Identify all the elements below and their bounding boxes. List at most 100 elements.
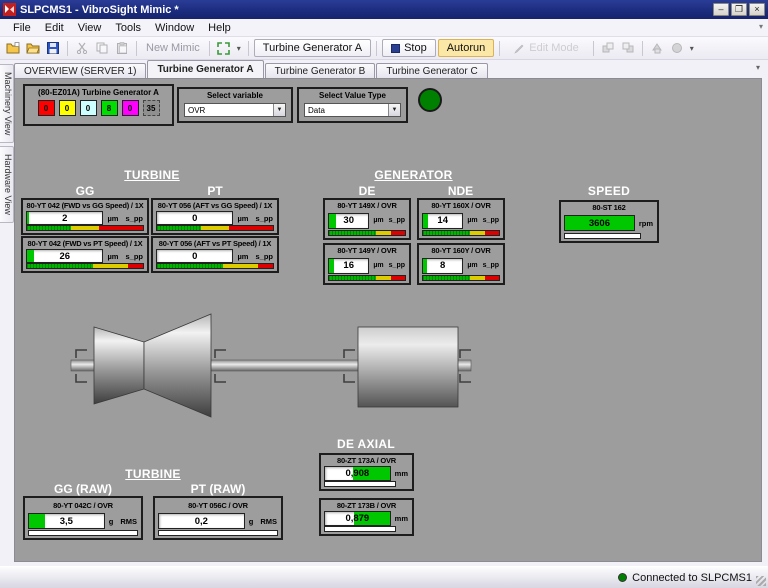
meter-value: 26 [27,250,102,262]
value-type-dropdown-arrow-icon[interactable]: ▼ [388,104,400,116]
meter-tag-label: 80-YT 160X / OVR [422,201,500,211]
alarm-count-box: 8 [101,100,118,116]
meter-unit-label: µm [237,214,248,223]
meter-value: 0,2 [159,514,244,528]
side-tab-machinery-view[interactable]: Machinery View [0,64,14,143]
cut-icon[interactable] [73,39,91,57]
meter-value: 16 [329,259,368,273]
variable-dropdown-arrow-icon[interactable]: ▼ [273,104,285,116]
paste-icon[interactable] [113,39,131,57]
meter-scale-strip [328,230,406,236]
ungroup-icon[interactable] [668,39,686,57]
meter-scale-strip [564,233,641,239]
side-tab-hardware-view[interactable]: Hardware View [0,146,14,223]
meter: 80-YT 056 (AFT vs GG Speed) / 1X0µms_pp [151,198,279,235]
fit-to-window-icon[interactable] [215,39,233,57]
menu-edit[interactable]: Edit [38,21,71,35]
connection-status-text: Connected to SLPCMS1 [632,572,752,584]
bring-forward-icon[interactable] [599,39,617,57]
new-file-icon[interactable] [4,39,22,57]
scale-segment [391,276,405,280]
meter-scale-strip [156,263,274,269]
meter-unit-label: s_pp [255,214,273,223]
save-icon[interactable] [44,39,62,57]
meter-value-box: 3,5 [28,513,105,529]
meter-unit-label: µm [467,217,477,224]
toolbar: New Mimic ▾ Turbine Generator A Stop Aut… [0,37,768,60]
meter-tag-label: 80-YT 056 (AFT vs GG Speed) / 1X [156,201,274,211]
scale-segment [27,264,93,268]
menu-window[interactable]: Window [148,21,201,35]
meter: 80-ZT 173A / OVR0,908mm [319,453,414,491]
raw-meter-list: 80-YT 042C / OVR3,5gRMS80-YT 056C / OVR0… [23,496,283,540]
restore-button[interactable]: ❐ [731,3,747,16]
fit-dropdown-icon[interactable]: ▾ [235,44,243,53]
mimic-selector-button[interactable]: Turbine Generator A [254,39,371,57]
group-icon[interactable] [648,39,666,57]
machine-graphic [57,305,487,423]
turbine-body-left [94,327,144,404]
meter-unit-label: RMS [120,517,137,526]
meter-unit-label: s_pp [255,252,273,261]
copy-icon[interactable] [93,39,111,57]
select-variable-panel: Select variable OVR ▼ [177,87,293,123]
meter-scale-strip [422,230,500,236]
app-window: SLPCMS1 - VibroSight Mimic * – ❐ × FileE… [0,0,768,588]
minimize-button[interactable]: – [713,3,729,16]
meter-scale-strip [26,225,144,231]
tab-overflow-icon[interactable]: ▾ [756,63,760,72]
generator-section-title: GENERATOR [323,168,504,182]
tab-overview-server-1-[interactable]: OVERVIEW (SERVER 1) [14,63,146,78]
meter: 80-YT 042 (FWD vs PT Speed) / 1X26µms_pp [21,236,149,273]
turbine-raw-section-title: TURBINE [23,467,283,481]
meter: 80-YT 056C / OVR0,2gRMS [153,496,283,540]
speed-section-title: SPEED [559,184,659,198]
meter-scale-strip [422,275,500,281]
stop-icon [391,44,400,53]
menu-tools[interactable]: Tools [108,21,148,35]
turbine-col-pt-label: PT [151,184,279,198]
status-indicator-light [418,88,442,112]
toolbar-overflow-icon[interactable]: ▾ [688,44,696,53]
value-type-dropdown[interactable]: Data ▼ [304,103,401,117]
resize-grip[interactable] [756,576,766,586]
meter-unit-label: s_pp [125,252,143,261]
alarm-summary-panel: (80-EZ01A) Turbine Generator A 0008035 [23,84,174,126]
send-backward-icon[interactable] [619,39,637,57]
meter: 80-YT 042C / OVR3,5gRMS [23,496,143,540]
autorun-toggle[interactable]: Autorun [438,39,495,57]
stop-button[interactable]: Stop [382,39,436,57]
de-axial-section-title: DE AXIAL [311,437,421,451]
scale-segment [99,226,143,230]
meter-value-box: 2 [26,211,103,225]
de-axial-meter-list: 80-ZT 173A / OVR0,908mm80-ZT 173B / OVR0… [319,453,414,536]
meter-value: 14 [423,214,462,228]
meter-unit-label: s_pp [389,262,405,269]
menubar-overflow-icon[interactable]: ▾ [759,22,763,31]
new-mimic-button[interactable]: New Mimic [142,42,204,54]
meter-unit-label: µm [107,214,118,223]
close-button[interactable]: × [749,3,765,16]
meter-value-box: 0 [156,249,233,263]
edit-mode-toggle[interactable]: Edit Mode [505,39,588,57]
meter: 80-YT 160X / OVR14µms_pp [417,198,505,240]
scale-segment [391,231,405,235]
menu-help[interactable]: Help [201,21,238,35]
tab-turbine-generator-b[interactable]: Turbine Generator B [265,63,376,78]
meter-unit-label: µm [373,262,383,269]
meter-value: 0,879 [325,512,390,525]
variable-dropdown[interactable]: OVR ▼ [184,103,286,117]
menu-file[interactable]: File [6,21,38,35]
meter-tag-label: 80-ZT 173A / OVR [324,456,409,466]
meter: 80-YT 149Y / OVR16µms_pp [323,243,411,285]
scale-segment [423,231,470,235]
open-folder-icon[interactable] [24,39,42,57]
scale-segment [157,226,201,230]
tab-turbine-generator-a[interactable]: Turbine Generator A [147,60,263,78]
meter-scale-strip [28,530,138,536]
tab-turbine-generator-c[interactable]: Turbine Generator C [376,63,487,78]
menu-view[interactable]: View [71,21,109,35]
meter: 80-YT 160Y / OVR8µms_pp [417,243,505,285]
alarm-count-box: 0 [122,100,139,116]
meter-unit-label: µm [107,252,118,261]
